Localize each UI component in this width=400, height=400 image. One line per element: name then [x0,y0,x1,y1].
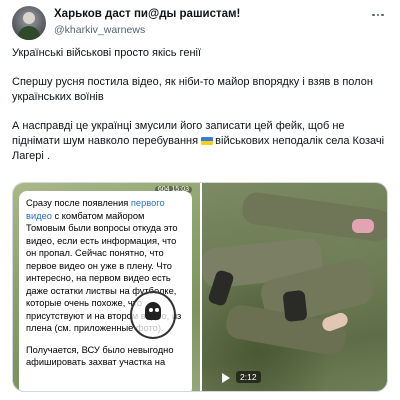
tweet-paragraph: Українські військові просто якісь генії [12,47,202,59]
author-handle[interactable]: @kharkiv_warnews [54,24,145,36]
hand-shape [352,219,374,233]
telegram-message: Сразу после появления первого видео с ко… [19,191,192,391]
tweet-paragraph: Спершу русня постила відео, як ніби-то м… [12,76,373,103]
media-image-telegram-screenshot[interactable]: 604 15:03 Сразу после появления первого … [13,183,200,391]
avatar-body [18,26,40,40]
avatar-head [23,12,35,24]
message-paragraph: Получается, ВСУ было невыгодно афиширова… [26,344,174,368]
avatar[interactable] [12,6,46,40]
skull-eye [155,308,159,312]
tweet-paragraph: А насправді це українці змусили його зап… [12,119,388,164]
skull-eye [149,308,153,312]
tweet-body: Українські військові просто якісь генії … [12,46,388,178]
tweet-media[interactable]: 604 15:03 Сразу после появления первого … [12,182,388,392]
author-name[interactable]: Харьков даст пи@ды рашистам! [54,8,240,20]
more-options-icon[interactable] [368,6,388,24]
more-dot [381,13,384,17]
play-icon[interactable] [222,373,230,383]
boot-shape [282,289,308,323]
ukraine-flag-icon [201,137,214,145]
skull-watermark-icon [130,291,176,339]
more-dot [372,13,375,17]
message-text: Сразу после появления [26,198,131,208]
tweet-header: Харьков даст пи@ды рашистам! @kharkiv_wa… [12,6,388,40]
video-duration: 2:12 [236,371,261,383]
media-video[interactable]: 2:12 [202,183,387,391]
more-dot [376,13,380,17]
